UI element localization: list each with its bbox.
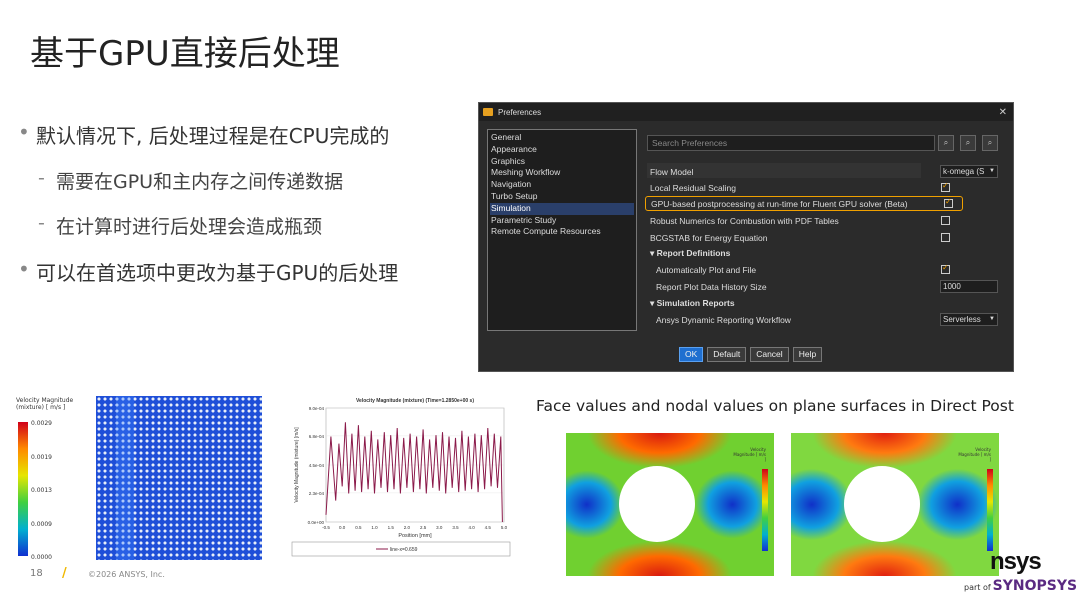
- section-report-definitions[interactable]: ▾ Report Definitions: [645, 246, 1005, 261]
- x-tick-label: 2.0: [404, 525, 411, 530]
- row-history-size: Report Plot Data History Size 1000: [645, 279, 1005, 294]
- preferences-nav: General Appearance Graphics Meshing Workflo…: [487, 129, 637, 331]
- nodal-colorbar: [987, 469, 993, 551]
- nav-item-turbo-setup[interactable]: Turbo Setup: [490, 191, 634, 203]
- nav-item-graphics[interactable]: Graphics: [490, 156, 634, 168]
- colorbar-tick-label: 0.0013: [31, 487, 52, 494]
- y-tick-label: 2.3e-04: [309, 491, 325, 496]
- filter-icon[interactable]: ⌕: [960, 135, 976, 151]
- nodal-values-contour: Velocity Magnitude [ m/s ]: [791, 433, 999, 576]
- bcgstab-checkbox[interactable]: [941, 233, 950, 242]
- gpu-postprocessing-checkbox[interactable]: [944, 197, 953, 208]
- x-tick-label: 1.0: [371, 525, 378, 530]
- x-tick-label: 3.0: [436, 525, 443, 530]
- synopsys-logo: part of SYNOPSYS: [964, 578, 1078, 594]
- row-local-residual: Local Residual Scaling: [645, 180, 1005, 195]
- x-axis-label: Position [mm]: [398, 533, 432, 539]
- row-auto-plot: Automatically Plot and File: [645, 262, 1005, 277]
- flow-model-select[interactable]: k-omega (S ▼: [940, 165, 998, 178]
- nav-item-general[interactable]: General: [490, 132, 634, 144]
- x-tick-label: 2.5: [420, 525, 427, 530]
- nav-item-remote-compute-resources[interactable]: Remote Compute Resources: [490, 226, 634, 238]
- legend-label: line-x=0.659: [390, 547, 418, 553]
- face-values-contour: Velocity Magnitude [ m/s ]: [566, 433, 774, 576]
- fluent-app-icon: [483, 108, 493, 116]
- slide-title: 基于GPU直接后处理: [30, 34, 340, 74]
- row-dynamic-reporting: Ansys Dynamic Reporting Workflow Serverl…: [645, 312, 1005, 327]
- history-size-input[interactable]: 1000: [940, 280, 998, 293]
- face-legend-title: Velocity Magnitude [ m/s ]: [733, 447, 766, 462]
- colorbar-tick-label: 0.0029: [31, 420, 52, 427]
- bullet-2: • 可以在首选项中更改为基于GPU的后处理: [18, 257, 399, 285]
- x-tick-label: -0.5: [322, 525, 330, 530]
- dialog-titlebar: Preferences ✕: [479, 103, 1013, 121]
- x-tick-label: 3.5: [452, 525, 459, 530]
- chart-title: Velocity Magnitude (mixture) (Time=1.285…: [356, 398, 474, 404]
- cylinder-hole: [844, 466, 920, 542]
- y-tick-label: 9.0e-04: [309, 406, 325, 411]
- cylinder-hole: [619, 466, 695, 542]
- dynamic-reporting-select[interactable]: Serverless ▼: [940, 313, 998, 326]
- nav-item-meshing-workflow[interactable]: Meshing Workflow: [490, 167, 634, 179]
- face-values-caption: Face values and nodal values on plane su…: [536, 397, 1014, 415]
- slash-mark-icon: /: [62, 566, 67, 581]
- row-gpu-postprocessing: GPU-based postprocessing at run-time for…: [645, 196, 963, 211]
- velocity-line-chart: Velocity Magnitude (mixture) (Time=1.285…: [291, 398, 511, 557]
- x-tick-label: 0.5: [355, 525, 362, 530]
- nodal-legend-title: Velocity Magnitude [ m/s ]: [958, 447, 991, 462]
- preferences-dialog: Preferences ✕ General Appearance Graphics M…: [478, 102, 1014, 372]
- colorbar-tick-label: 0.0000: [31, 554, 52, 561]
- cancel-button[interactable]: Cancel: [750, 347, 789, 362]
- nav-item-appearance[interactable]: Appearance: [490, 144, 634, 156]
- nav-item-simulation[interactable]: Simulation: [490, 202, 634, 215]
- y-tick-label: 6.8e-04: [309, 434, 325, 439]
- y-tick-label: 4.5e-04: [309, 463, 325, 468]
- colorbar-tick-label: 0.0019: [31, 453, 52, 461]
- chevron-down-icon: ▼: [989, 168, 995, 174]
- bullet-list: • 默认情况下, 后处理过程是在CPU完成的 - 需要在GPU和主内存之间传递数据 …: [18, 120, 458, 304]
- search-icon[interactable]: ⌕: [938, 135, 954, 151]
- close-icon[interactable]: ✕: [999, 107, 1007, 118]
- nav-item-parametric-study[interactable]: Parametric Study: [490, 215, 634, 227]
- x-tick-label: 0.0: [339, 525, 346, 530]
- x-tick-label: 5.0: [501, 525, 508, 530]
- chevron-down-icon: ▼: [989, 316, 995, 322]
- contour-legend-title: Velocity Magnitude (mixture) [ m/s ]: [16, 397, 74, 411]
- face-colorbar: [762, 469, 768, 551]
- local-residual-checkbox[interactable]: [941, 181, 950, 192]
- auto-plot-checkbox[interactable]: [941, 263, 950, 274]
- copyright: ©2026 ANSYS, Inc.: [88, 570, 165, 579]
- robust-numerics-checkbox[interactable]: [941, 216, 950, 225]
- reset-icon[interactable]: ⌕: [982, 135, 998, 151]
- contour-colorbar: [18, 422, 28, 556]
- dialog-buttons: OK Default Cancel Help: [679, 347, 823, 362]
- x-tick-label: 4.0: [469, 525, 476, 530]
- ansys-logo: nsys: [990, 548, 1042, 575]
- ok-button[interactable]: OK: [679, 347, 704, 362]
- bullet-1: • 默认情况下, 后处理过程是在CPU完成的: [18, 120, 390, 148]
- sub-bullet-2: - 在计算时进行后处理会造成瓶颈: [38, 212, 323, 238]
- row-flow-model: Flow Model k-omega (S ▼: [645, 164, 1005, 179]
- section-simulation-reports[interactable]: ▾ Simulation Reports: [645, 296, 1005, 311]
- help-button[interactable]: Help: [792, 347, 823, 362]
- y-axis-label: Velocity Magnitude (mixture) [m/s]: [294, 427, 300, 503]
- x-tick-label: 1.5: [388, 525, 395, 530]
- dialog-title: Preferences: [498, 107, 542, 117]
- x-tick-label: 4.5: [485, 525, 492, 530]
- row-bcgstab: BCGSTAB for Energy Equation: [645, 230, 1005, 245]
- nav-item-navigation[interactable]: Navigation: [490, 179, 634, 191]
- row-robust-numerics: Robust Numerics for Combustion with PDF …: [645, 213, 1005, 228]
- colorbar-tick-label: 0.0009: [31, 520, 52, 528]
- contour-mesh-band: [116, 396, 134, 560]
- default-button[interactable]: Default: [707, 347, 747, 362]
- sub-bullet-1: - 需要在GPU和主内存之间传递数据: [38, 167, 344, 193]
- search-input[interactable]: Search Preferences: [647, 135, 935, 151]
- page-number: 18: [30, 568, 43, 579]
